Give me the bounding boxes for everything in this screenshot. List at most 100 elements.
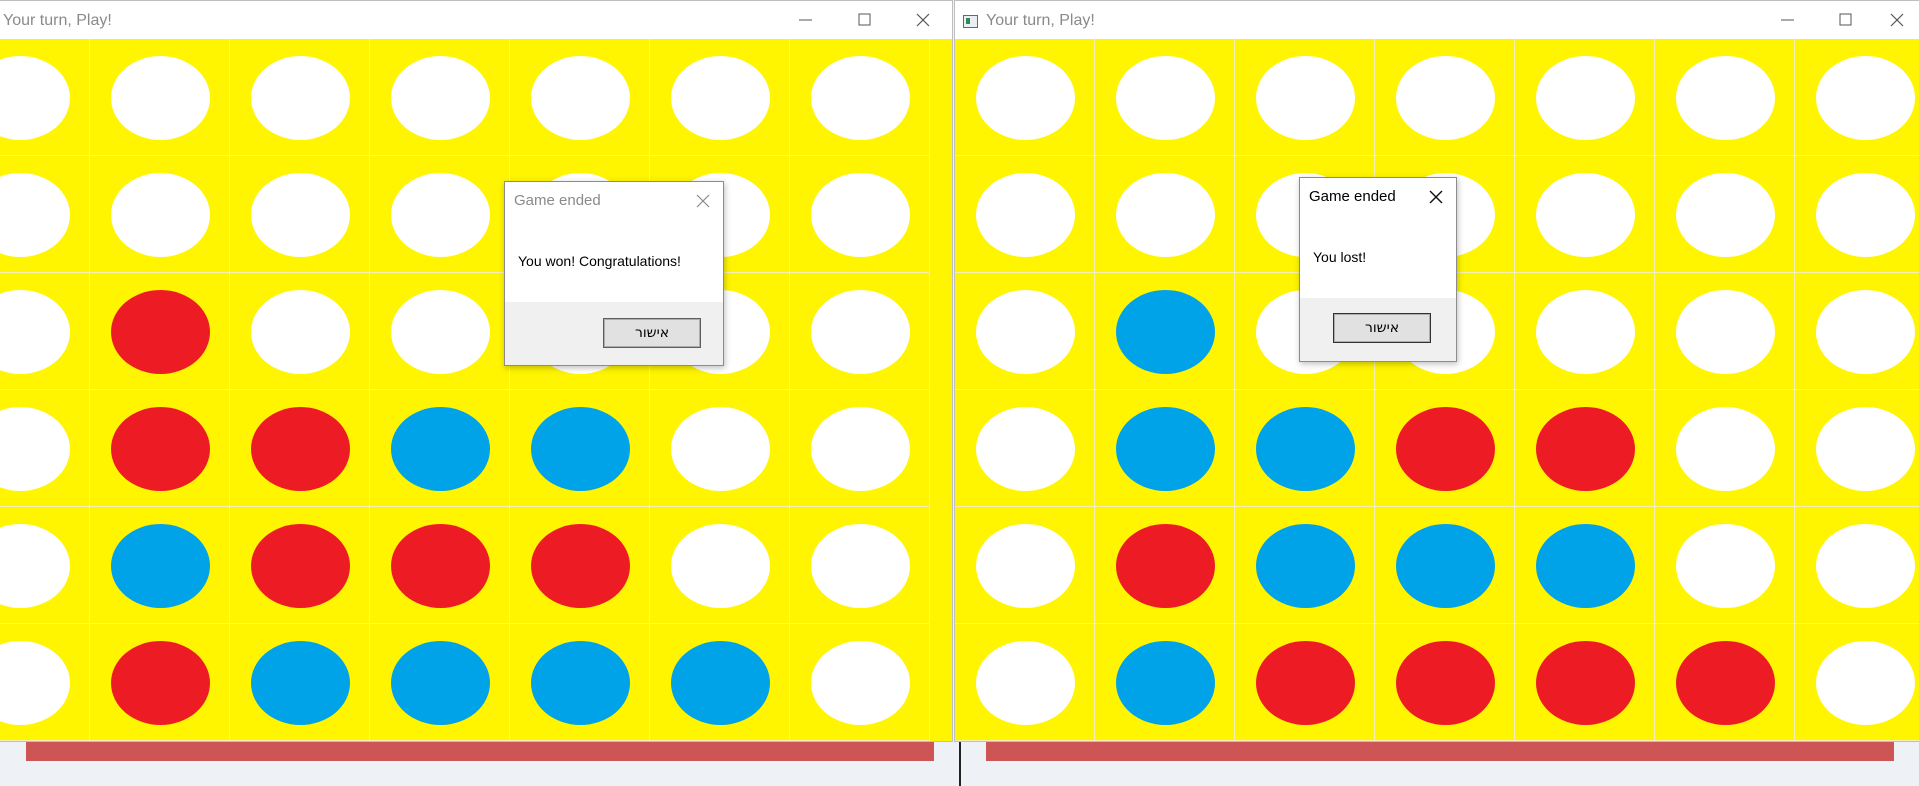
board-cell[interactable] <box>0 273 90 390</box>
board-cell[interactable] <box>230 624 370 741</box>
board-cell[interactable] <box>1655 156 1795 273</box>
board-cell[interactable] <box>370 390 510 507</box>
board-cell[interactable] <box>1095 273 1235 390</box>
ok-button[interactable]: אישור <box>1333 313 1431 343</box>
board-cell[interactable] <box>0 507 90 624</box>
board-cell[interactable] <box>1375 507 1515 624</box>
minimize-button[interactable] <box>1765 1 1811 39</box>
red-disc <box>110 406 210 491</box>
board-cell[interactable] <box>1515 39 1655 156</box>
board-cell[interactable] <box>0 390 90 507</box>
board-cell[interactable] <box>955 156 1095 273</box>
board-cell[interactable] <box>1095 507 1235 624</box>
board-cell[interactable] <box>1235 624 1375 741</box>
board-cell[interactable] <box>370 39 510 156</box>
board-cell[interactable] <box>1515 507 1655 624</box>
board-cell[interactable] <box>90 507 230 624</box>
white-disc <box>1535 55 1635 140</box>
board-cell[interactable] <box>230 390 370 507</box>
board-cell[interactable] <box>955 390 1095 507</box>
board-cell[interactable] <box>1795 39 1919 156</box>
board-cell[interactable] <box>1795 624 1919 741</box>
ok-button[interactable]: אישור <box>603 318 701 348</box>
board-cell[interactable] <box>1515 390 1655 507</box>
board-cell[interactable] <box>510 390 650 507</box>
board-cell[interactable] <box>790 624 930 741</box>
board-cell[interactable] <box>0 156 90 273</box>
board-cell[interactable] <box>1655 39 1795 156</box>
red-disc <box>110 640 210 725</box>
board-cell[interactable] <box>1095 624 1235 741</box>
board-cell[interactable] <box>1375 624 1515 741</box>
board-cell[interactable] <box>230 273 370 390</box>
dialog-close-button[interactable] <box>1421 183 1451 211</box>
board-cell[interactable] <box>90 624 230 741</box>
board-cell[interactable] <box>90 273 230 390</box>
white-disc <box>250 172 350 257</box>
board-cell[interactable] <box>650 39 790 156</box>
board-cell[interactable] <box>790 156 930 273</box>
board-cell[interactable] <box>90 390 230 507</box>
maximize-button[interactable] <box>842 1 888 39</box>
board-cell[interactable] <box>790 39 930 156</box>
board-cell[interactable] <box>1655 390 1795 507</box>
board-cell[interactable] <box>790 507 930 624</box>
board-cell[interactable] <box>1095 390 1235 507</box>
board-cell[interactable] <box>370 156 510 273</box>
game-ended-dialog: Game ended You lost! אישור <box>1299 177 1457 362</box>
board-cell[interactable] <box>370 273 510 390</box>
board-cell[interactable] <box>510 624 650 741</box>
board-cell[interactable] <box>790 390 930 507</box>
board-cell[interactable] <box>1515 273 1655 390</box>
board-cell[interactable] <box>790 273 930 390</box>
blue-disc <box>530 406 630 491</box>
board-cell[interactable] <box>0 39 90 156</box>
board-cell[interactable] <box>1655 507 1795 624</box>
close-button[interactable] <box>900 1 946 39</box>
close-button[interactable] <box>1874 1 1919 39</box>
board-cell[interactable] <box>90 156 230 273</box>
white-disc <box>250 55 350 140</box>
board-cell[interactable] <box>1515 624 1655 741</box>
board-cell[interactable] <box>510 39 650 156</box>
board-cell[interactable] <box>1095 39 1235 156</box>
board-cell[interactable] <box>955 624 1095 741</box>
dialog-close-button[interactable] <box>688 187 718 215</box>
board-cell[interactable] <box>0 624 90 741</box>
board-cell[interactable] <box>1655 624 1795 741</box>
board-cell[interactable] <box>1795 273 1919 390</box>
board-cell[interactable] <box>955 273 1095 390</box>
minimize-button[interactable] <box>783 1 829 39</box>
maximize-button[interactable] <box>1823 1 1869 39</box>
board-cell[interactable] <box>955 39 1095 156</box>
board-cell[interactable] <box>370 624 510 741</box>
board-cell[interactable] <box>1655 273 1795 390</box>
board-cell[interactable] <box>1795 156 1919 273</box>
white-disc <box>975 55 1075 140</box>
white-disc <box>250 289 350 374</box>
board-cell[interactable] <box>1235 39 1375 156</box>
board-cell[interactable] <box>1375 39 1515 156</box>
board-cell[interactable] <box>1235 507 1375 624</box>
white-disc <box>390 55 490 140</box>
board-cell[interactable] <box>370 507 510 624</box>
board-cell[interactable] <box>650 507 790 624</box>
board-cell[interactable] <box>1095 156 1235 273</box>
white-disc <box>1675 523 1775 608</box>
board-cell[interactable] <box>1795 507 1919 624</box>
board-cell[interactable] <box>650 624 790 741</box>
red-disc <box>1395 406 1495 491</box>
board-cell[interactable] <box>230 507 370 624</box>
board-cell[interactable] <box>1515 156 1655 273</box>
board-cell[interactable] <box>1235 390 1375 507</box>
board-cell[interactable] <box>1375 390 1515 507</box>
board-cell[interactable] <box>90 39 230 156</box>
board-cell[interactable] <box>650 390 790 507</box>
board-cell[interactable] <box>230 39 370 156</box>
board-cell[interactable] <box>955 507 1095 624</box>
board-cell[interactable] <box>230 156 370 273</box>
white-disc <box>975 289 1075 374</box>
white-disc <box>0 55 70 140</box>
board-cell[interactable] <box>1795 390 1919 507</box>
board-cell[interactable] <box>510 507 650 624</box>
